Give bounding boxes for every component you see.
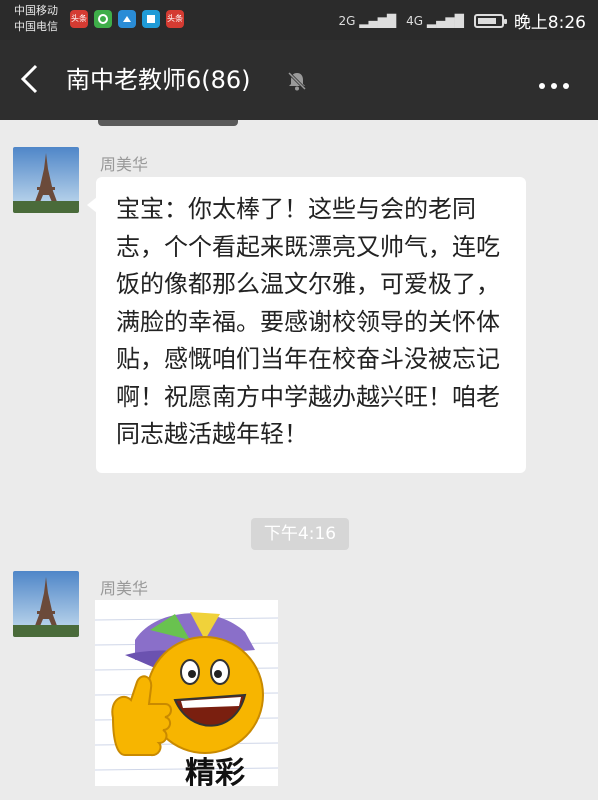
status-time: 晚上8:26	[513, 13, 586, 33]
book-app-icon	[142, 10, 160, 28]
carrier-info: 中国移动 中国电信	[14, 3, 58, 35]
eiffel-tower-avatar[interactable]	[13, 571, 79, 637]
chat-title[interactable]: 南中老教师6(86)	[66, 64, 251, 96]
carrier-2: 中国电信	[14, 20, 58, 33]
sticker-label: 精彩	[185, 756, 245, 786]
blue-app-icon	[118, 10, 136, 28]
message-text: 宝宝：你太棒了！这些与会的老同志，个个看起来既漂亮又帅气，连吃饭的像都那么温文尔…	[116, 195, 500, 448]
back-arrow-icon[interactable]	[18, 62, 40, 103]
battery-icon	[473, 13, 507, 28]
notification-icons: 头条 头条	[70, 10, 184, 28]
more-dots-icon[interactable]	[538, 74, 570, 90]
sender-name: 周美华	[100, 579, 149, 598]
chat-header: 南中老教师6(86)	[0, 40, 598, 120]
toutiao-app-icon: 头条	[70, 10, 88, 28]
signal-4g-icon: 4G ▂▄▆█	[406, 13, 464, 28]
battery-level	[477, 17, 496, 24]
network-2-label: 4G	[406, 13, 424, 28]
bell-muted-icon	[286, 70, 308, 97]
system-status: 2G ▂▄▆█ 4G ▂▄▆█ 晚上8:26	[338, 8, 586, 33]
green-app-icon	[94, 10, 112, 28]
sender-name: 周美华	[100, 155, 149, 174]
thumbs-up-smiley-sticker[interactable]: 精彩	[95, 600, 278, 786]
toutiao-app-icon-2: 头条	[166, 10, 184, 28]
network-1-label: 2G	[338, 13, 356, 28]
carrier-1: 中国移动	[14, 4, 58, 17]
signal-2g-icon: 2G ▂▄▆█	[338, 13, 397, 28]
previous-message-edge	[98, 120, 238, 126]
time-divider: 下午4:16	[251, 518, 349, 550]
status-bar: 中国移动 中国电信 头条 头条 2G ▂▄▆█ 4G ▂▄▆█ 晚上8:26	[0, 0, 598, 40]
message-bubble[interactable]: 宝宝：你太棒了！这些与会的老同志，个个看起来既漂亮又帅气，连吃饭的像都那么温文尔…	[87, 177, 526, 473]
eiffel-tower-avatar[interactable]	[13, 147, 79, 213]
